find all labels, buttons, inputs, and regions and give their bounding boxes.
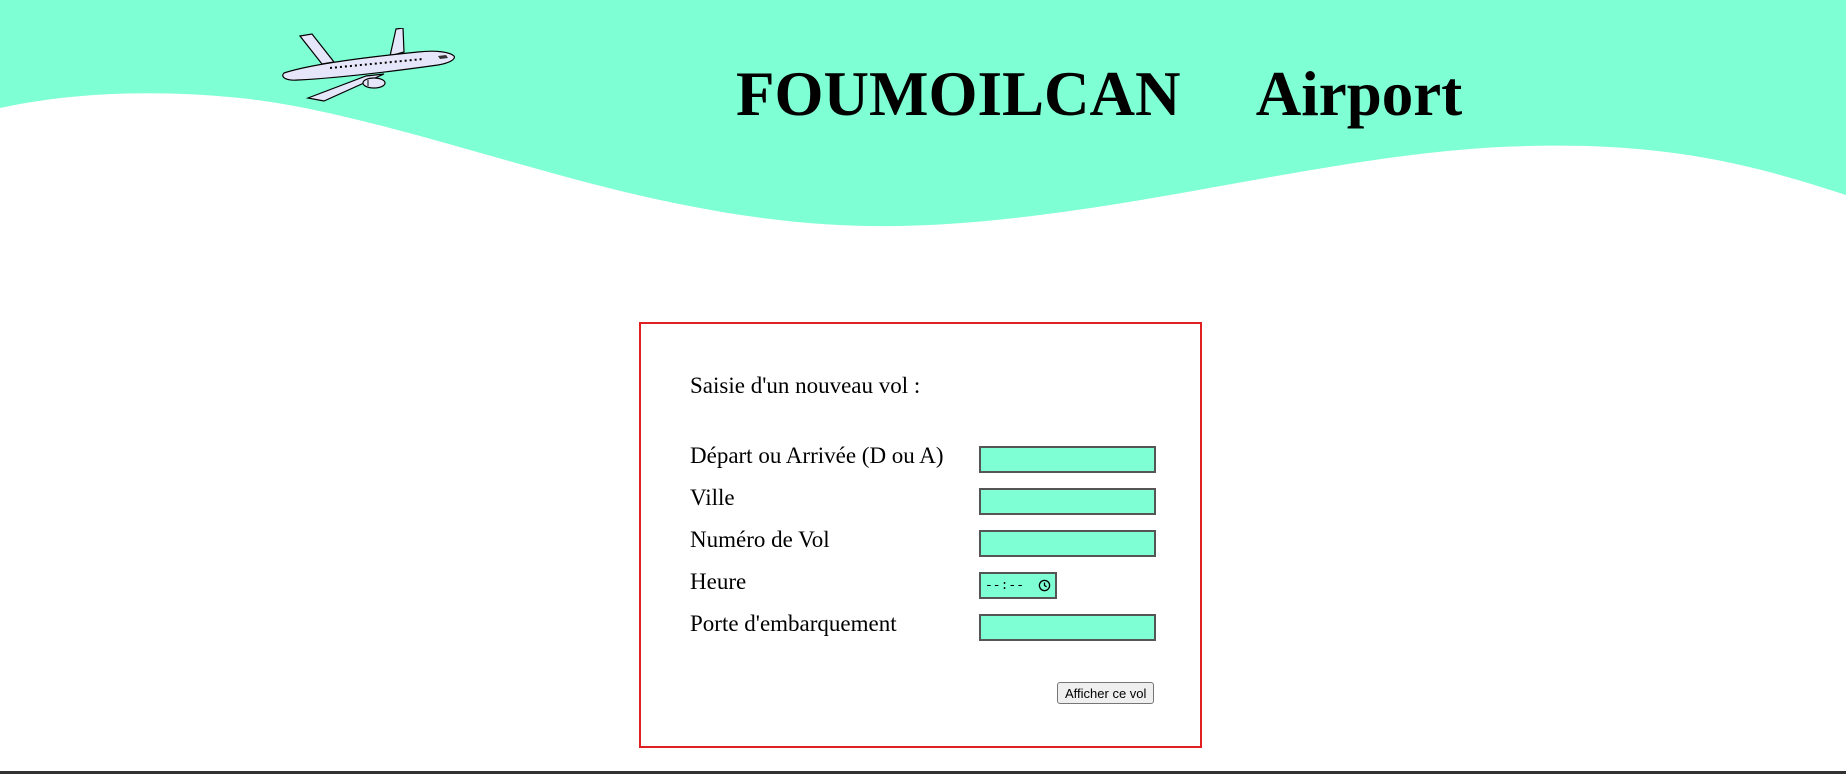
form-heading: Saisie d'un nouveau vol : <box>690 373 921 398</box>
gate-label: Porte d'embarquement <box>690 611 897 636</box>
new-flight-form: Saisie d'un nouveau vol : Départ ou Arri… <box>639 322 1202 748</box>
time-input[interactable]: --:-- <box>979 572 1057 599</box>
page: FOUMOILCAN Airport Saisie d'un nouveau v… <box>0 0 1846 774</box>
flight-number-label: Numéro de Vol <box>690 527 830 552</box>
direction-label: Départ ou Arrivée (D ou A) <box>690 443 944 468</box>
clock-icon[interactable] <box>1038 579 1051 592</box>
form-row-gate: Porte d'embarquement <box>690 610 1160 641</box>
time-label: Heure <box>690 569 747 594</box>
show-flight-button[interactable]: Afficher ce vol <box>1057 682 1155 704</box>
form-row-direction: Départ ou Arrivée (D ou A) <box>690 442 1160 473</box>
form-row-time: Heure --:-- <box>690 568 1160 599</box>
site-title: FOUMOILCAN Airport <box>736 59 1463 129</box>
city-input[interactable] <box>979 488 1156 515</box>
city-label: Ville <box>690 485 735 510</box>
time-placeholder: --:-- <box>985 578 1025 593</box>
direction-input[interactable] <box>979 446 1156 473</box>
airplane-icon <box>282 28 455 102</box>
gate-input[interactable] <box>979 614 1156 641</box>
flight-number-input[interactable] <box>979 530 1156 557</box>
form-row-city: Ville <box>690 484 1160 515</box>
form-row-flight-number: Numéro de Vol <box>690 526 1160 557</box>
